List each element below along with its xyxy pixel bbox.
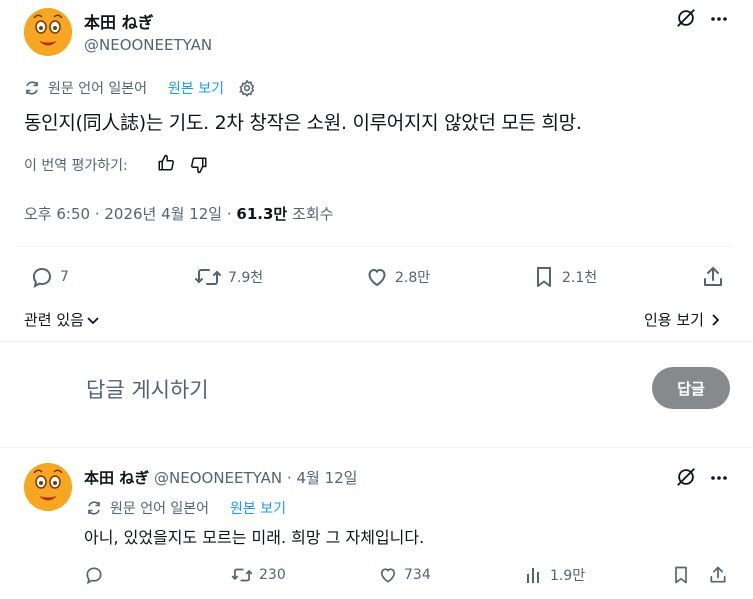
- heart-icon: [378, 565, 398, 585]
- thumbs-down-icon[interactable]: [190, 156, 208, 174]
- heart-icon: [365, 265, 389, 289]
- grok-icon[interactable]: [675, 466, 697, 488]
- reply-views-button[interactable]: 1.9만: [524, 565, 585, 585]
- translate-icon: [86, 500, 102, 516]
- reply-view-original-link[interactable]: 원본 보기: [230, 498, 286, 518]
- share-icon[interactable]: [701, 265, 725, 289]
- chevron-down-icon: [86, 313, 100, 327]
- more-icon[interactable]: [709, 9, 729, 29]
- handle[interactable]: @NEOONEETYAN: [84, 36, 212, 54]
- avatar[interactable]: [24, 8, 72, 56]
- related-label: 관련 있음: [24, 311, 84, 329]
- share-icon[interactable]: [708, 565, 728, 585]
- reply-retweet-button[interactable]: 230: [231, 565, 286, 585]
- timestamp[interactable]: 오후 6:50 · 2026년 4월 12일 ·: [24, 205, 232, 223]
- thumbs-up-icon[interactable]: [157, 154, 175, 172]
- settings-icon[interactable]: [238, 79, 256, 97]
- like-count: 2.8만: [395, 270, 431, 286]
- reply-text: 아니, 있었을지도 모르는 미래. 희망 그 자체입니다.: [84, 528, 425, 547]
- reply-display-name[interactable]: 本田 ねぎ: [84, 469, 149, 487]
- bookmark-button[interactable]: 2.1천: [532, 265, 597, 289]
- related-toggle[interactable]: 관련 있음: [24, 309, 100, 330]
- reply-translation-note: 원문 언어 일본어: [110, 501, 210, 517]
- bookmark-icon: [532, 265, 556, 289]
- views-count: 61.3만: [236, 205, 288, 223]
- reply-header: 本田 ねぎ @NEOONEETYAN · 4월 12일: [84, 467, 357, 488]
- retweet-button[interactable]: 7.9천: [194, 265, 263, 289]
- reply-avatar[interactable]: [24, 463, 72, 511]
- reply-retweet-count: 230: [259, 567, 286, 583]
- divider: [16, 246, 732, 247]
- more-icon[interactable]: [709, 468, 729, 488]
- reply-like-count: 734: [404, 567, 431, 583]
- view-quotes-label: 인용 보기: [644, 311, 704, 329]
- like-button[interactable]: 2.8만: [365, 265, 430, 289]
- analytics-icon: [524, 565, 544, 585]
- bookmark-count: 2.1천: [562, 270, 598, 286]
- view-quotes-link[interactable]: 인용 보기: [644, 309, 722, 330]
- reply-composer-input[interactable]: 답글 게시하기: [86, 374, 209, 404]
- view-original-link[interactable]: 원본 보기: [168, 78, 224, 98]
- reply-icon[interactable]: [84, 565, 104, 585]
- reply-button[interactable]: 7: [30, 265, 69, 289]
- reply-count: 7: [60, 269, 69, 285]
- reply-like-button[interactable]: 734: [378, 565, 431, 585]
- reply-submit-button[interactable]: 답글: [652, 367, 730, 409]
- divider: [0, 447, 753, 448]
- display-name[interactable]: 本田 ねぎ: [84, 9, 154, 33]
- retweet-icon: [231, 565, 253, 585]
- reply-icon: [30, 265, 54, 289]
- chevron-right-icon: [708, 313, 722, 327]
- rate-translation-label: 이 번역 평가하기:: [24, 158, 128, 174]
- retweet-count: 7.9천: [228, 270, 264, 286]
- translate-icon: [24, 80, 40, 96]
- grok-icon[interactable]: [675, 7, 697, 29]
- bookmark-icon[interactable]: [671, 565, 691, 585]
- reply-views-count: 1.9만: [550, 568, 586, 584]
- retweet-icon: [194, 265, 222, 289]
- divider: [0, 341, 753, 342]
- reply-date[interactable]: · 4월 12일: [287, 469, 358, 487]
- tweet-text: 동인지(同人誌)는 기도. 2차 창작은 소원. 이루어지지 않았던 모든 희망…: [24, 112, 582, 134]
- translation-note: 원문 언어 일본어: [48, 81, 148, 97]
- reply-handle[interactable]: @NEOONEETYAN: [154, 469, 282, 487]
- views-label: 조회수: [292, 205, 334, 223]
- timestamp-row: 오후 6:50 · 2026년 4월 12일 · 61.3만 조회수: [24, 203, 333, 224]
